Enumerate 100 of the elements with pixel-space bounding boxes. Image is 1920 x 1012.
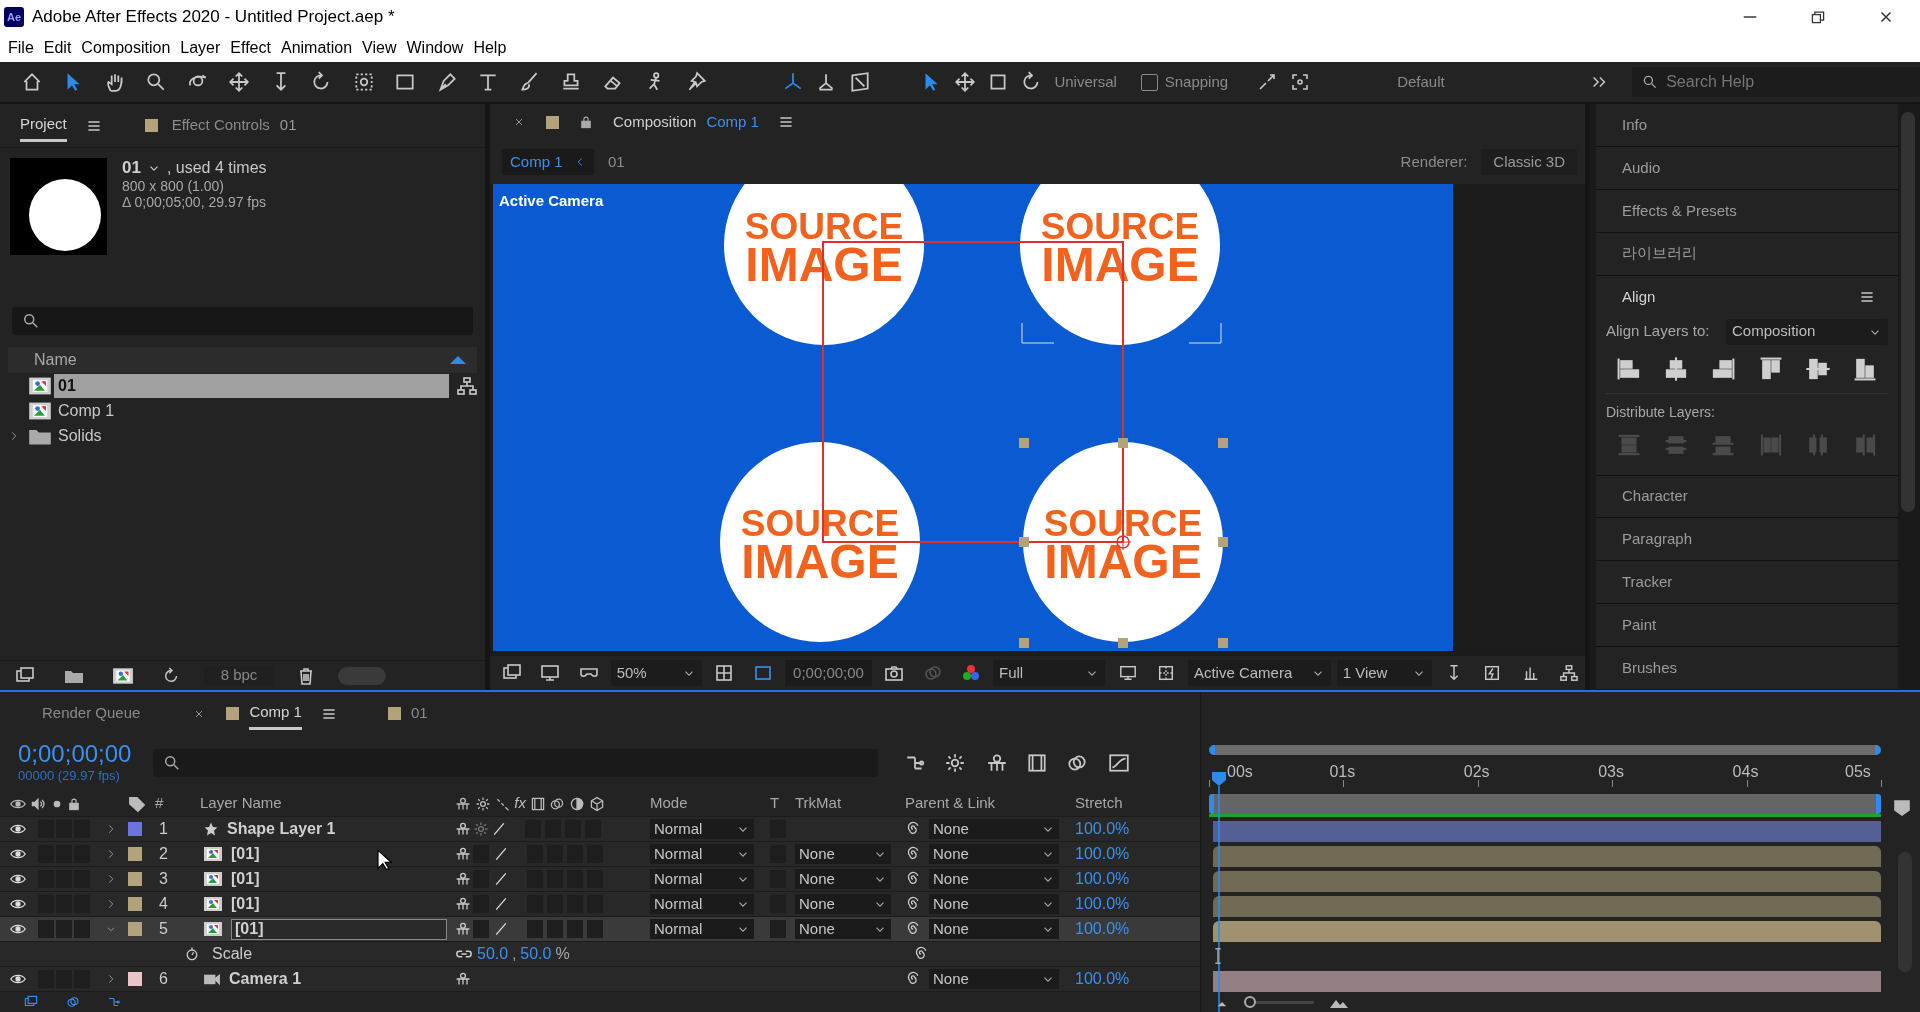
label-color[interactable] [128,922,142,936]
panel-tab[interactable]: Render Queue [42,698,141,729]
pickwhip-icon[interactable] [905,871,921,887]
parent-dropdown[interactable]: None [929,819,1059,839]
panel-header[interactable]: Tracker [1596,561,1898,605]
panel-header[interactable]: Paragraph [1596,518,1898,562]
breadcrumb[interactable]: 01 [608,150,625,174]
mode-dropdown[interactable]: Normal [650,819,754,839]
parent-dropdown[interactable]: None [929,869,1059,889]
shy-icon[interactable] [455,821,471,837]
panel-header[interactable]: Paint [1596,604,1898,648]
switch-box[interactable] [527,920,543,938]
sort-arrow-icon[interactable] [449,355,467,365]
panel-header[interactable]: Character [1596,475,1898,519]
shy-icon[interactable] [455,871,471,887]
menu-item[interactable]: Composition [76,36,176,60]
track-matte-dropdown[interactable]: None [795,844,891,864]
layer-name[interactable]: [01] [231,867,260,891]
switch-box[interactable] [547,920,563,938]
transform-handle[interactable] [1019,537,1029,547]
switch-box[interactable] [770,920,786,938]
pickwhip-icon[interactable] [905,846,921,862]
panel-tab[interactable]: 01 [410,698,428,729]
menu-item[interactable]: Layer [175,36,226,60]
column-header[interactable]: Name [34,348,77,372]
transform-handle[interactable] [1118,438,1128,448]
project-item[interactable]: Solids [54,423,469,448]
lock-icon[interactable] [67,796,82,811]
column-header[interactable]: # [155,794,164,812]
panel-header[interactable]: 라이브러리 [1596,232,1898,276]
mode-dropdown[interactable]: Normal [650,894,754,914]
speaker-icon[interactable] [29,795,46,812]
column-header[interactable]: fx [514,792,526,815]
switch-box[interactable] [38,920,54,938]
parent-dropdown[interactable]: None [929,844,1059,864]
panel-tab[interactable]: Effect Controls [171,110,270,141]
panel-header[interactable]: Brushes [1596,647,1898,690]
playhead[interactable] [1211,772,1227,1012]
label-icon[interactable] [128,795,146,814]
mode-dropdown[interactable]: Normal [650,869,754,889]
stretch-value[interactable]: 100.0% [1075,867,1130,891]
quality-slash-icon[interactable] [493,846,509,862]
panel-header[interactable]: Audio [1596,146,1898,190]
pickwhip-icon[interactable] [905,921,921,937]
shy-icon[interactable] [455,896,471,912]
quality-slash-icon[interactable] [493,871,509,887]
film-icon[interactable] [529,795,546,812]
panel-title[interactable]: Align [1622,285,1656,309]
property-value[interactable]: 50.0 [477,942,509,966]
column-header[interactable]: Stretch [1075,794,1123,812]
panel-header[interactable]: Info [1596,104,1898,147]
transform-handle[interactable] [1218,638,1228,648]
parent-dropdown[interactable]: None [929,894,1059,914]
quality-slash-icon[interactable] [491,821,507,837]
column-header[interactable]: Layer Name [200,794,282,812]
parent-dropdown[interactable]: None [929,969,1059,989]
quality-slash-icon[interactable] [493,896,509,912]
renderer-button[interactable]: Classic 3D [1481,149,1577,175]
slider-thumb[interactable] [1244,995,1256,1008]
flowchart-icon[interactable] [457,375,477,396]
switch-box[interactable] [587,920,603,938]
layer-search-field[interactable] [153,749,879,778]
menu-item[interactable]: Edit [38,36,77,60]
menu-item[interactable]: View [357,36,402,60]
column-header[interactable]: TrkMat [795,794,842,812]
transform-handle[interactable] [1218,537,1228,547]
menu-item[interactable]: Window [401,36,469,60]
sun-icon[interactable] [474,795,491,812]
label-color[interactable] [128,897,142,911]
pickwhip-icon[interactable] [913,946,929,962]
switch-box[interactable] [473,920,489,938]
panel-tab[interactable]: Project [20,108,67,143]
label-color[interactable] [128,972,142,986]
timecode-field[interactable]: 0;00;00;00 [784,660,873,686]
cube-icon[interactable] [588,795,605,812]
project-item[interactable]: Comp 1 [54,398,469,423]
menu-item[interactable]: Effect [225,36,276,60]
layer-name[interactable]: Shape Layer 1 [227,817,336,841]
panel-header[interactable]: Effects & Presets [1596,189,1898,233]
mode-dropdown[interactable]: Normal [650,919,754,939]
snapping-checkbox[interactable] [1140,73,1158,91]
transform-handle[interactable] [1019,438,1029,448]
parent-dropdown[interactable]: None [929,919,1059,939]
column-header[interactable]: Parent & Link [905,794,996,812]
pickwhip-icon[interactable] [905,971,921,987]
shy-icon[interactable] [455,921,471,937]
switch-box[interactable] [56,920,72,938]
label-color[interactable] [128,872,142,886]
transform-handle[interactable] [1019,638,1029,648]
menu-item[interactable]: Animation [275,36,358,60]
restore-icon[interactable] [1810,9,1826,25]
half-circle-icon[interactable] [569,795,586,812]
scroll-bar[interactable] [1901,112,1915,512]
layer-name[interactable]: Camera 1 [229,967,302,991]
magnification-dropdown[interactable]: 50% [610,660,703,686]
layer-name[interactable]: [01] [231,918,447,940]
mode-dropdown[interactable]: Normal [650,844,754,864]
track-matte-dropdown[interactable]: None [795,894,891,914]
project-item[interactable]: 01 [54,373,449,398]
pickwhip-icon[interactable] [905,896,921,912]
